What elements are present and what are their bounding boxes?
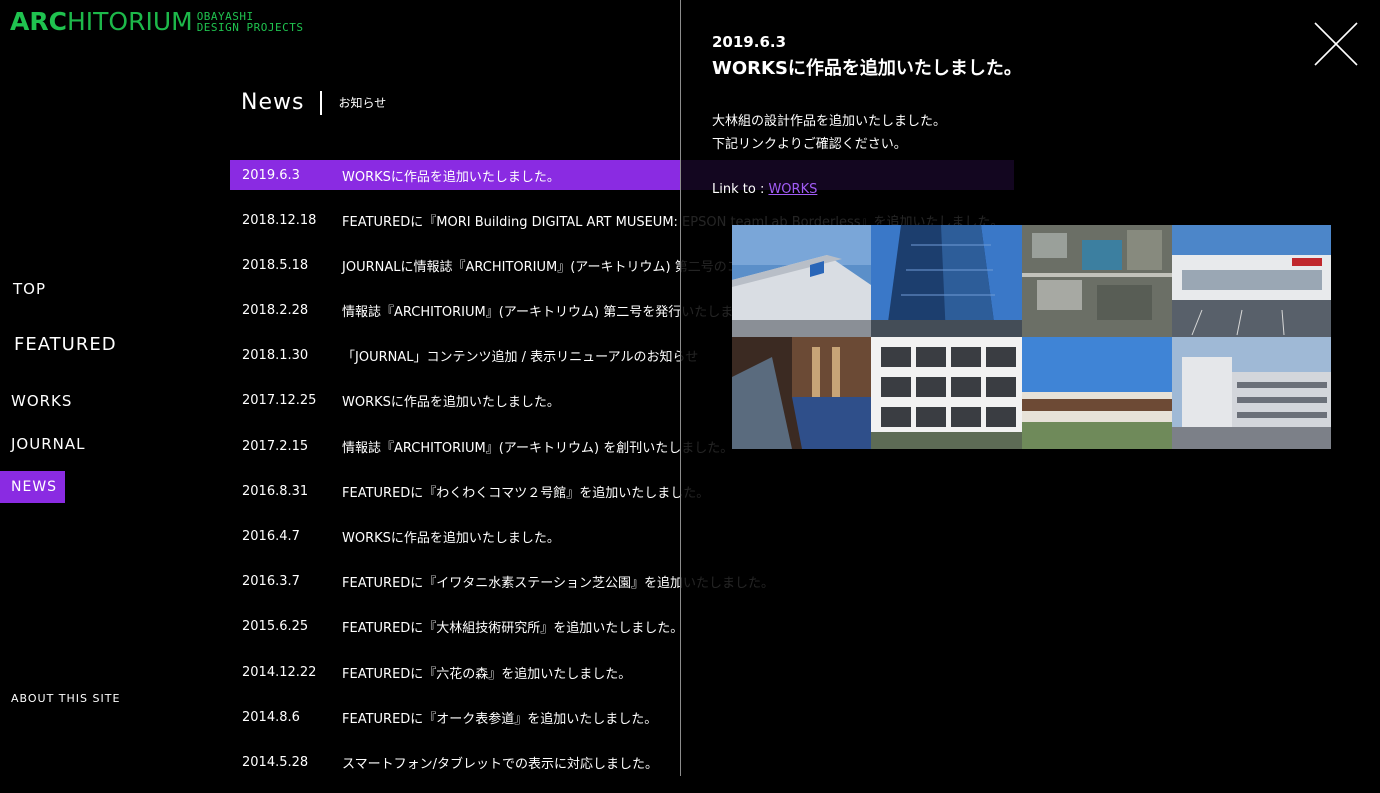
works-photo-facade <box>871 337 1022 449</box>
close-button[interactable] <box>1314 22 1358 66</box>
nav-featured[interactable]: FEATURED <box>14 334 117 355</box>
detail-link-row: Link to : WORKS <box>712 182 817 197</box>
about-this-site-link[interactable]: ABOUT THIS SITE <box>11 692 120 705</box>
news-text: WORKSに作品を追加いたしました。 <box>342 531 560 546</box>
news-date: 2017.12.25 <box>242 393 317 409</box>
works-photo-factory <box>1172 225 1331 337</box>
works-link[interactable]: WORKS <box>768 182 817 197</box>
news-text: FEATUREDに『六花の森』を追加いたしました。 <box>342 666 632 682</box>
works-photo-aerial <box>1022 225 1172 337</box>
nav-works[interactable]: WORKS <box>11 392 72 410</box>
news-date: 2014.8.6 <box>242 709 300 725</box>
detail-body-line: 下記リンクよりご確認ください。 <box>712 137 907 152</box>
logo-subtitle: OBAYASHI DESIGN PROJECTS <box>197 11 304 33</box>
news-date: 2016.3.7 <box>242 574 300 590</box>
news-text: FEATUREDに『大林組技術研究所』を追加いたしました。 <box>342 621 684 637</box>
news-date: 2019.6.3 <box>242 167 300 183</box>
news-date: 2017.2.15 <box>242 438 309 454</box>
detail-date: 2019.6.3 <box>712 33 787 51</box>
news-date: 2015.6.25 <box>242 619 309 635</box>
news-heading: News お知らせ <box>241 90 386 115</box>
news-text: 「JOURNAL」コンテンツ追加 / 表示リニューアルのお知らせ <box>342 350 699 366</box>
news-text: FEATUREDに『わくわくコマツ２号館』を追加いたしました。 <box>342 485 710 501</box>
logo-wordmark-bold: ARC <box>10 7 67 36</box>
nav-journal[interactable]: JOURNAL <box>11 435 85 453</box>
nav-top[interactable]: TOP <box>13 280 46 298</box>
close-icon <box>1314 22 1358 66</box>
detail-body-line: 大林組の設計作品を追加いたしました。 <box>712 114 947 129</box>
news-date: 2016.4.7 <box>242 529 300 544</box>
news-text: スマートフォン/タブレットでの表示に対応しました。 <box>342 756 658 772</box>
news-date: 2018.12.18 <box>242 212 317 228</box>
news-detail-panel: 2019.6.3 WORKSに作品を追加いたしました。 大林組の設計作品を追加い… <box>680 0 1380 776</box>
news-text: FEATUREDに『オーク表参道』を追加いたしました。 <box>342 711 658 727</box>
news-date: 2018.2.28 <box>242 303 309 319</box>
works-photo-office <box>1172 337 1331 449</box>
news-date: 2014.5.28 <box>242 754 309 770</box>
site-logo[interactable]: ARCHITORIUM OBAYASHI DESIGN PROJECTS <box>10 8 304 36</box>
news-date: 2016.8.31 <box>242 483 309 499</box>
news-text: 情報誌『ARCHITORIUM』(アーキトリウム) を創刊いたしました。 <box>342 440 734 456</box>
logo-wordmark: ARCHITORIUM <box>10 8 193 36</box>
news-text: WORKSに作品を追加いたしました。 <box>342 395 560 411</box>
nav-news[interactable]: NEWS <box>0 471 65 503</box>
link-prefix: Link to : <box>712 182 769 197</box>
works-photo-interior <box>732 337 871 449</box>
news-date: 2018.5.18 <box>242 257 309 273</box>
news-date: 2018.1.30 <box>242 348 309 364</box>
logo-subtitle-line2: DESIGN PROJECTS <box>196 21 304 34</box>
detail-title: WORKSに作品を追加いたしました。 <box>712 58 1022 79</box>
detail-body: 大林組の設計作品を追加いたしました。 下記リンクよりご確認ください。 <box>712 110 946 156</box>
works-photo-warehouse <box>732 225 871 337</box>
news-text: WORKSに作品を追加いたしました。 <box>342 169 560 185</box>
logo-wordmark-thin: HITORIUM <box>66 7 193 36</box>
heading-divider <box>320 90 323 115</box>
page-subtitle: お知らせ <box>338 96 387 110</box>
works-image-grid[interactable] <box>732 225 1331 449</box>
works-photo-lowrise <box>1022 337 1172 449</box>
page-title: News <box>241 90 305 115</box>
news-date: 2014.12.22 <box>242 664 317 680</box>
works-photo-tower <box>871 225 1022 337</box>
